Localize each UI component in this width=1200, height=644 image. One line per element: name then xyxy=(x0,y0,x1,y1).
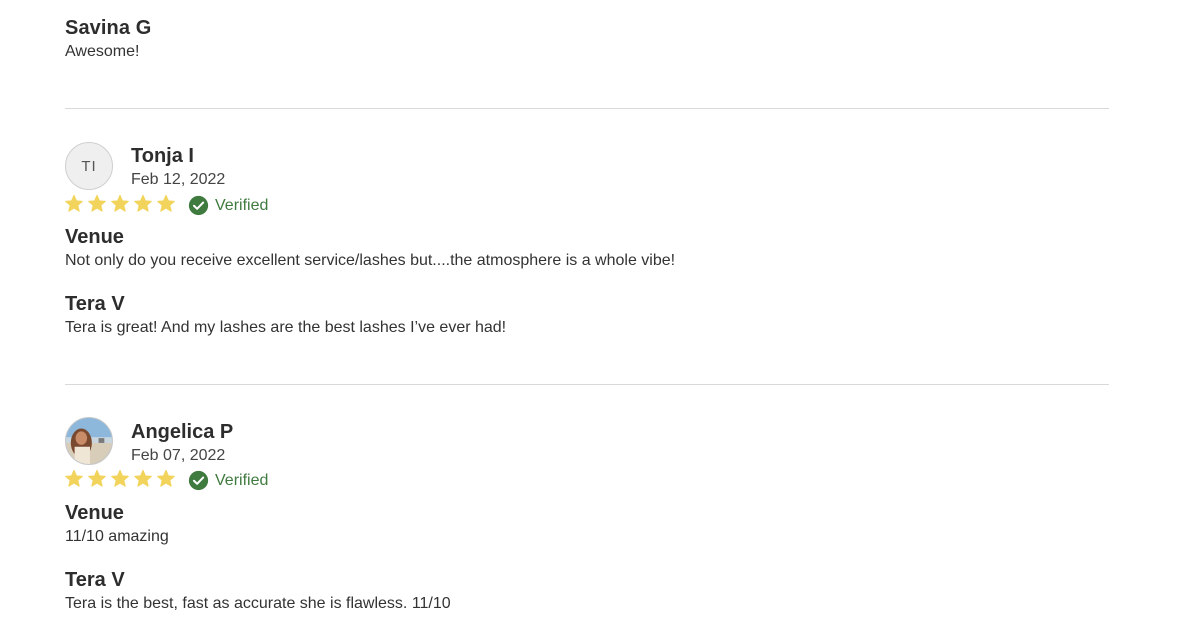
reviewer-name: Angelica P xyxy=(131,421,234,443)
star-icon xyxy=(157,469,175,487)
staff-title: Tera V xyxy=(65,569,125,591)
star-rating xyxy=(64,194,176,214)
check-circle-icon xyxy=(188,470,209,491)
staff-text: Tera is the best, fast as accurate she i… xyxy=(65,595,451,612)
venue-text: 11/10 amazing xyxy=(65,528,169,545)
star-icon xyxy=(88,194,106,212)
venue-title: Venue xyxy=(65,502,124,524)
user-photo-icon xyxy=(66,418,112,464)
divider xyxy=(65,384,1109,385)
divider xyxy=(65,108,1109,109)
reviewer-name: Tonja I xyxy=(131,145,194,167)
venue-text: Not only do you receive excellent servic… xyxy=(65,252,676,269)
check-circle-icon xyxy=(188,195,209,216)
review-text: Awesome! xyxy=(65,43,140,60)
verified-label: Verified xyxy=(215,196,269,214)
verified-label: Verified xyxy=(215,471,269,489)
venue-title: Venue xyxy=(65,226,124,248)
star-icon xyxy=(111,194,129,212)
staff-title: Tera V xyxy=(65,293,125,315)
star-icon xyxy=(157,194,175,212)
review-date: Feb 07, 2022 xyxy=(131,447,226,464)
star-rating xyxy=(64,469,176,489)
avatar xyxy=(65,417,113,465)
reviews-list: Savina G Awesome! TI Tonja I Feb 12, 202… xyxy=(0,0,1200,644)
star-icon xyxy=(111,469,129,487)
reviewer-name: Savina G xyxy=(65,17,152,39)
star-icon xyxy=(134,469,152,487)
star-icon xyxy=(65,194,83,212)
verified-badge: Verified xyxy=(188,470,268,491)
review-date: Feb 12, 2022 xyxy=(131,171,226,188)
star-icon xyxy=(88,469,106,487)
avatar: TI xyxy=(65,142,113,190)
verified-badge: Verified xyxy=(188,195,268,216)
star-icon xyxy=(134,194,152,212)
star-icon xyxy=(65,469,83,487)
staff-text: Tera is great! And my lashes are the bes… xyxy=(65,319,507,336)
